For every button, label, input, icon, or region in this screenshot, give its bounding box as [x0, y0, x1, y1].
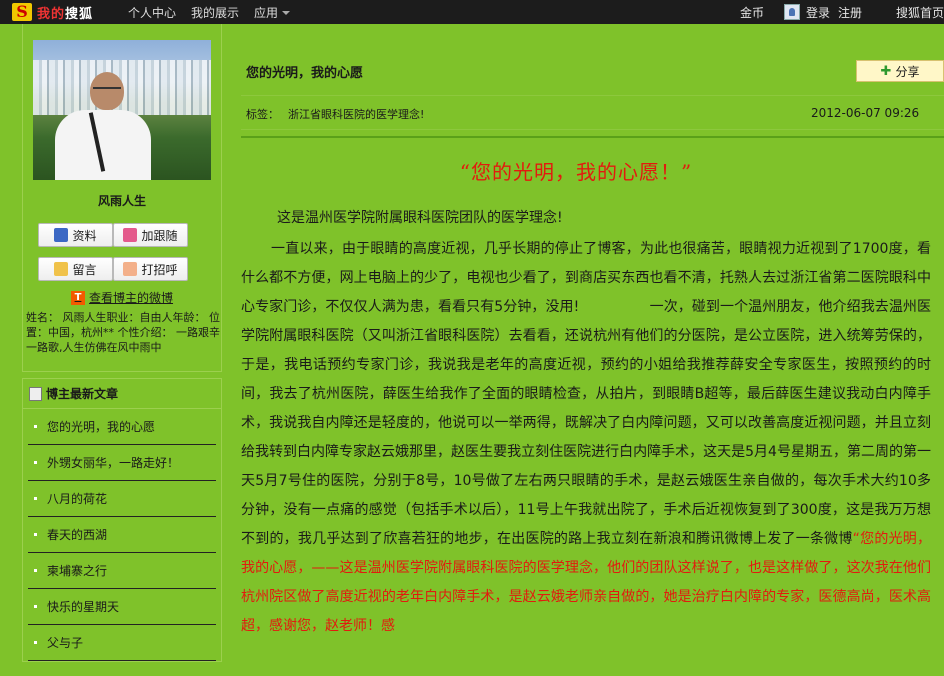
profile-buttons-row-1: 资料 加跟随: [38, 223, 188, 247]
topbar-right: 金币 登录 注册 搜狐首页: [740, 0, 944, 24]
nav-my-showcase[interactable]: 我的展示: [191, 4, 239, 21]
left-sidebar: 风雨人生 资料 加跟随 留言 打招呼 T 查看博主的微博 姓名： 风雨人生职业：自…: [22, 24, 222, 662]
sohu-home-link[interactable]: 搜狐首页: [896, 4, 944, 21]
share-button[interactable]: ✚ 分享: [856, 60, 944, 82]
sohu-logo[interactable]: S 我的搜狐: [0, 0, 118, 24]
latest-articles-header: 博主最新文章: [23, 379, 221, 409]
article-link[interactable]: 柬埔寨之行: [28, 553, 216, 589]
tag-link[interactable]: 浙江省眼科医院的医学理念!: [288, 106, 424, 122]
message-icon: [54, 262, 69, 276]
profile-card: 风雨人生 资料 加跟随 留言 打招呼 T 查看博主的微博 姓名： 风雨人生职业：自…: [22, 24, 222, 372]
logo-text: 我的搜狐: [37, 3, 93, 22]
nav-personal-center[interactable]: 个人中心: [128, 4, 176, 21]
latest-articles-list: 您的光明，我的心愿 外甥女丽华，一路走好！ 八月的荷花 春天的西湖 柬埔寨之行 …: [23, 409, 221, 661]
view-weibo-label: 查看博主的微博: [89, 291, 174, 305]
logo-text-main: 搜狐: [65, 6, 94, 22]
user-avatar-icon: [783, 4, 800, 20]
top-navigation-bar: S 我的搜狐 个人中心 我的展示 应用 金币 登录 注册 搜狐首页: [0, 0, 944, 24]
greet-icon: [123, 262, 138, 276]
follow-icon: [123, 228, 138, 242]
post-body: “您的光明，我的心愿！” 这是温州医学院附属眼科医院团队的医学理念! 一直以来，…: [241, 138, 931, 641]
sohu-logo-icon: S: [12, 3, 32, 21]
leave-message-label: 留言: [72, 262, 97, 277]
post-paragraph-2: 一直以来，由于眼睛的高度近视，几乎长期的停止了博客，为此也很痛苦，眼睛视力近视到…: [241, 235, 931, 641]
weibo-icon: T: [71, 290, 85, 305]
follow-label: 加跟随: [141, 228, 178, 243]
profile-info-button[interactable]: 资料: [38, 223, 113, 247]
view-weibo-link[interactable]: T 查看博主的微博: [71, 289, 221, 306]
login-link[interactable]: 登录: [806, 4, 830, 21]
post-title: 您的光明，我的心愿: [246, 66, 364, 81]
post-header: 您的光明，我的心愿 ✚ 分享 标签： 浙江省眼科医院的医学理念! 2012-06-…: [241, 24, 944, 138]
post-paragraph-1: 这是温州医学院附属眼科医院团队的医学理念!: [277, 210, 563, 226]
gold-coins-link[interactable]: 金币: [740, 4, 764, 21]
nav-apps-label: 应用: [254, 5, 279, 20]
share-plus-icon: ✚: [880, 63, 892, 79]
register-link[interactable]: 注册: [838, 4, 862, 21]
greet-button[interactable]: 打招呼: [113, 257, 188, 281]
main-content: 您的光明，我的心愿 ✚ 分享 标签： 浙江省眼科医院的医学理念! 2012-06-…: [230, 24, 944, 676]
logo-text-red: 我的: [37, 6, 66, 22]
profile-info-label: 资料: [72, 228, 97, 243]
latest-articles-panel: 博主最新文章 您的光明，我的心愿 外甥女丽华，一路走好！ 八月的荷花 春天的西湖…: [22, 378, 222, 662]
article-link[interactable]: 春天的西湖: [28, 517, 216, 553]
document-icon: [29, 386, 42, 401]
tag-label: 标签：: [246, 108, 279, 121]
post-paragraph-2-text: 一直以来，由于眼睛的高度近视，几乎长期的停止了博客，为此也很痛苦，眼睛视力近视到…: [241, 241, 931, 547]
profile-buttons-row-2: 留言 打招呼: [38, 257, 188, 281]
article-link[interactable]: 外甥女丽华，一路走好！: [28, 445, 216, 481]
profile-icon: [54, 228, 69, 242]
post-meta-bar: 标签： 浙江省眼科医院的医学理念! 2012-06-07 09:26: [241, 96, 944, 130]
author-name[interactable]: 风雨人生: [23, 192, 221, 209]
person-glasses: [93, 87, 121, 92]
nav-apps[interactable]: 应用: [254, 4, 291, 21]
article-link[interactable]: 父与子: [28, 625, 216, 661]
article-link[interactable]: 快乐的星期天: [28, 589, 216, 625]
article-link[interactable]: 您的光明，我的心愿: [28, 409, 216, 445]
latest-articles-title: 博主最新文章: [46, 387, 119, 401]
post-date: 2012-06-07 09:26: [811, 106, 920, 120]
follow-button[interactable]: 加跟随: [113, 223, 188, 247]
greet-label: 打招呼: [141, 262, 178, 277]
leave-message-button[interactable]: 留言: [38, 257, 113, 281]
author-photo[interactable]: [33, 40, 211, 180]
chevron-down-icon: [282, 11, 291, 15]
post-headline: “您的光明，我的心愿！”: [459, 160, 693, 184]
share-label: 分享: [895, 64, 920, 79]
profile-info-text: 姓名： 风雨人生职业：自由人年龄： 位置：中国，杭州** 个性介绍： 一路艰辛一…: [26, 311, 220, 354]
article-link[interactable]: 八月的荷花: [28, 481, 216, 517]
post-title-bar: 您的光明，我的心愿 ✚ 分享: [241, 24, 944, 96]
